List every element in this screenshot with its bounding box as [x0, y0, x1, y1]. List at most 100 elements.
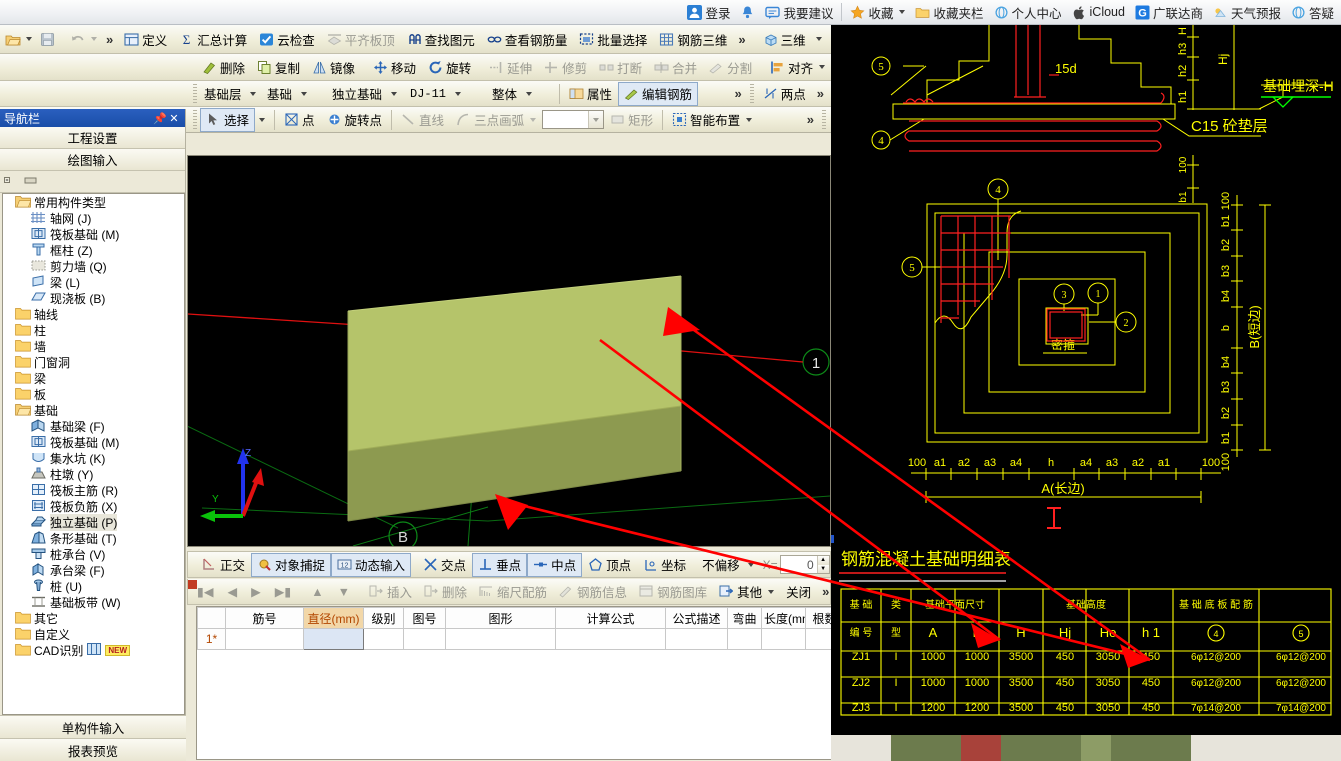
table-cell[interactable] [445, 628, 556, 650]
toolbar-grip[interactable] [822, 109, 826, 130]
category-selector[interactable]: 基础 [263, 83, 328, 104]
chevron-down-icon[interactable] [386, 84, 401, 103]
column-header-公式描述[interactable]: 公式描述 [665, 607, 728, 629]
point-tool-button[interactable]: 点 [278, 108, 321, 132]
tree-item-cad识别[interactable]: CAD识别 NEW [3, 642, 184, 658]
toolbar4-overflow-chevron[interactable]: » [802, 112, 819, 127]
bookmark-weather[interactable]: 天气预报 [1208, 2, 1286, 23]
rebar-3d-button[interactable]: 钢筋三维 [653, 27, 733, 51]
cad-rebar-schedule-table[interactable]: 钢筋混凝土基础明细表 基 础 编 号 类 型 基础平面尺寸 基础高度 基 础 底… [831, 543, 1341, 743]
bookmark-icloud[interactable]: iCloud [1067, 2, 1130, 23]
table-cell[interactable] [727, 628, 762, 650]
two-point-button[interactable]: 两点 [757, 82, 812, 106]
tree-item-轴线[interactable]: 轴线 [3, 306, 184, 322]
other-menu-button[interactable]: 其他 [713, 580, 780, 604]
column-header-index[interactable] [197, 607, 226, 629]
nav-next-button[interactable]: ▶ [244, 580, 268, 604]
chevron-down-icon[interactable] [588, 111, 604, 128]
rect-tool-button[interactable]: 矩形 [604, 108, 659, 132]
tree-item-基础板带w[interactable]: 基础板带 (W) [3, 594, 184, 610]
coordinate-snap-toggle[interactable]: 坐标 [637, 553, 692, 577]
tree-item-剪力墙q[interactable]: 剪力墙 (Q) [3, 258, 184, 274]
line-tool-button[interactable]: 直线 [395, 108, 450, 132]
open-file-button[interactable] [2, 27, 35, 51]
summary-calc-button[interactable]: Σ 汇总计算 [173, 27, 253, 51]
table-cell[interactable] [555, 628, 666, 650]
table-cell[interactable] [665, 628, 728, 650]
column-header-根数[interactable]: 根数 [805, 607, 832, 629]
align-slab-top-button[interactable]: 平齐板顶 [321, 27, 401, 51]
edit-rebar-button[interactable]: 编辑钢筋 [618, 81, 699, 106]
tree-item-柱墩y[interactable]: 柱墩 (Y) [3, 466, 184, 482]
undo-button[interactable] [66, 27, 101, 51]
column-header-筋号[interactable]: 筋号 [225, 607, 304, 629]
merge-button[interactable]: 合并 [648, 55, 703, 79]
single-component-input-button[interactable]: 单构件输入 [0, 715, 186, 738]
rebar-library-button[interactable]: 钢筋图库 [633, 580, 713, 604]
align-button[interactable]: 对齐 [764, 55, 831, 79]
move-up-button[interactable]: ▲ [304, 580, 330, 604]
toolbar-grip[interactable] [749, 83, 754, 104]
table-cell[interactable] [225, 628, 304, 650]
toolbar1-overflow2-chevron[interactable]: » [733, 32, 750, 47]
rotate-point-tool-button[interactable]: 旋转点 [321, 108, 389, 132]
tree-item-独立基础p[interactable]: 独立基础 (P) [3, 513, 184, 531]
column-header-级别[interactable]: 级别 [363, 607, 404, 629]
tree-item-常用构件类型[interactable]: 常用构件类型 [3, 194, 184, 210]
model-3d-viewport[interactable]: B 1 Z Y [187, 155, 831, 547]
floor-selector[interactable]: 基础层 [200, 83, 263, 104]
find-element-button[interactable]: 查找图元 [401, 27, 481, 51]
chevron-down-icon[interactable] [296, 84, 311, 103]
tree-item-基础梁f[interactable]: 基础梁 (F) [3, 418, 184, 434]
tree-item-集水坑k[interactable]: 集水坑 (K) [3, 450, 184, 466]
move-button[interactable]: 移动 [367, 55, 422, 79]
trim-button[interactable]: 修剪 [538, 55, 593, 79]
bookmark-glodon[interactable]: G 广联达商 [1130, 2, 1208, 23]
toolbar3-overflow2-chevron[interactable]: » [812, 86, 829, 101]
view-3d-button[interactable]: 三维 [757, 27, 828, 51]
component-type-selector[interactable]: 独立基础 [328, 83, 406, 104]
table-cell[interactable] [303, 628, 364, 650]
tree-item-框柱z[interactable]: 框柱 (Z) [3, 242, 184, 258]
tree-item-承台梁f[interactable]: 承台梁 (F) [3, 562, 184, 578]
bookmark-personal-center[interactable]: 个人中心 [989, 2, 1067, 23]
delete-button[interactable]: 删除 [196, 55, 251, 79]
table-cell[interactable] [403, 628, 446, 650]
x-coordinate-stepper[interactable]: 0 ▲ ▼ [779, 555, 830, 574]
toolbar-grip[interactable] [193, 83, 197, 104]
stepper-down-icon[interactable]: ▼ [817, 564, 829, 573]
split-button[interactable]: 分割 [703, 55, 758, 79]
tree-item-条形基础t[interactable]: 条形基础 (T) [3, 530, 184, 546]
tab-project-settings[interactable]: 工程设置 [0, 127, 185, 149]
stepper-up-icon[interactable]: ▲ [817, 556, 829, 565]
column-header-直径(mm)[interactable]: 直径(mm) [303, 607, 364, 629]
offset-mode-selector[interactable]: 不偏移 [698, 554, 759, 575]
object-snap-toggle[interactable]: 对象捕捉 [251, 552, 332, 577]
tree-item-筏板基础m[interactable]: 筏板基础 (M) [3, 226, 184, 242]
insert-row-button[interactable]: 插入 [363, 580, 418, 604]
chevron-down-icon[interactable] [259, 117, 266, 122]
rebar-info-button[interactable]: 钢筋信息 [553, 580, 633, 604]
browser-suggest-button[interactable]: 我要建议 [760, 2, 838, 23]
column-header-图形[interactable]: 图形 [445, 607, 556, 629]
chevron-down-icon[interactable] [768, 589, 775, 594]
tree-item-筏板负筋x[interactable]: 筏板负筋 (X) [3, 498, 184, 514]
move-down-button[interactable]: ▼ [331, 580, 357, 604]
table-cell[interactable] [761, 628, 806, 650]
smart-layout-button[interactable]: 智能布置 [666, 108, 758, 132]
tree-item-其它[interactable]: 其它 [3, 610, 184, 626]
model-3d-canvas[interactable]: B 1 Z Y [188, 156, 830, 546]
table-cell[interactable] [805, 628, 832, 650]
tree-item-梁l[interactable]: 梁 (L) [3, 274, 184, 290]
pin-icon[interactable]: 📌 [153, 112, 167, 125]
tree-item-梁[interactable]: 梁 [3, 370, 184, 386]
collapse-all-icon[interactable] [4, 175, 19, 188]
perpendicular-snap-toggle[interactable]: 垂点 [472, 552, 528, 577]
dynamic-input-toggle[interactable]: 12 动态输入 [331, 552, 412, 577]
chevron-down-icon[interactable] [819, 65, 826, 69]
cad-drawing-viewer[interactable]: 5 4 C15 砼垫层 15d H h3 h2 h1 Hj 基础埋深-H 4 5… [831, 25, 1341, 761]
stepper-buttons[interactable]: ▲ ▼ [816, 556, 829, 573]
chevron-down-icon[interactable] [246, 84, 261, 103]
arc-3point-tool-button[interactable]: 三点画弧 [450, 108, 542, 132]
tab-drawing-input[interactable]: 绘图输入 [0, 149, 185, 171]
